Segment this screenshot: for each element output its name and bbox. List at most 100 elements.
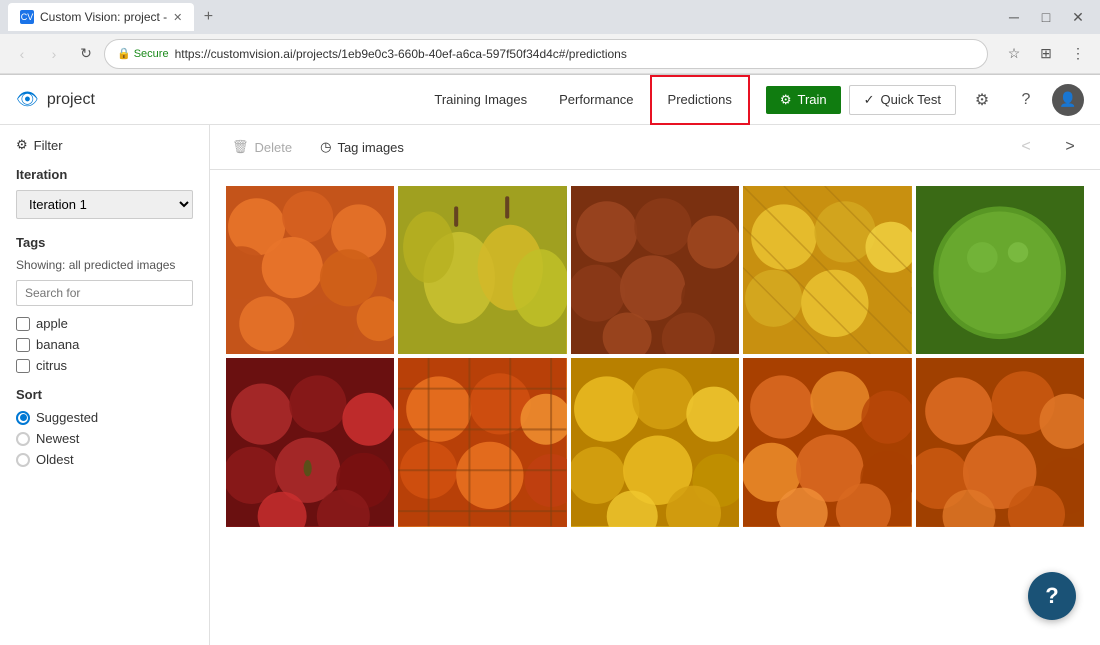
settings-button[interactable]: ⚙: [964, 82, 1000, 118]
sort-suggested[interactable]: Suggested: [16, 410, 193, 425]
url-text: https://customvision.ai/projects/1eb9e0c…: [175, 47, 975, 61]
bookmark-button[interactable]: ☆: [1000, 40, 1028, 68]
maximize-button[interactable]: □: [1032, 3, 1060, 31]
tag-apple-label: apple: [36, 316, 68, 331]
browser-controls: ‹ › ↻ 🔒 Secure https://customvision.ai/p…: [0, 34, 1100, 74]
address-bar[interactable]: 🔒 Secure https://customvision.ai/project…: [104, 39, 988, 69]
quick-test-button[interactable]: ✓ Quick Test: [849, 85, 956, 115]
image-cell[interactable]: [398, 186, 566, 354]
image-cell[interactable]: [226, 186, 394, 354]
delete-icon: 🗑: [232, 139, 249, 155]
lock-icon: 🔒: [117, 47, 131, 60]
back-button[interactable]: ‹: [8, 40, 36, 68]
tab-title: Custom Vision: project -: [40, 10, 167, 24]
sort-oldest-label: Oldest: [36, 452, 74, 467]
browser-actions: ☆ ⊞ ⋮: [1000, 40, 1092, 68]
sort-suggested-radio[interactable]: [16, 411, 30, 425]
image-cell[interactable]: [916, 186, 1084, 354]
tag-citrus[interactable]: citrus: [16, 358, 193, 373]
tag-images-button[interactable]: ◷ Tag images: [314, 135, 410, 159]
filter-icon: ⚙: [16, 137, 28, 153]
fruit-image-9: [743, 358, 911, 526]
fruit-image-6: [226, 358, 394, 526]
extensions-button[interactable]: ⋮: [1064, 40, 1092, 68]
delete-button[interactable]: 🗑 Delete: [226, 135, 298, 159]
nav-training-images[interactable]: Training Images: [418, 75, 543, 125]
fruit-image-8: [571, 358, 739, 526]
iteration-select[interactable]: Iteration 1 Iteration 2: [16, 190, 193, 219]
app-header: 👁 project Training Images Performance Pr…: [0, 75, 1100, 125]
image-cell[interactable]: [398, 358, 566, 526]
browser-tab[interactable]: CV Custom Vision: project - ✕: [8, 3, 194, 31]
tag-apple[interactable]: apple: [16, 316, 193, 331]
header-actions: ⚙ Train ✓ Quick Test ⚙ ? 👤: [766, 82, 1084, 118]
tab-favicon: CV: [20, 10, 34, 24]
sort-section: Sort Suggested Newest Oldest: [16, 387, 193, 467]
tag-banana[interactable]: banana: [16, 337, 193, 352]
tag-banana-label: banana: [36, 337, 79, 352]
secure-badge: 🔒 Secure: [117, 47, 169, 60]
filter-button[interactable]: ⚙ Filter: [16, 137, 193, 153]
tag-citrus-label: citrus: [36, 358, 67, 373]
close-button[interactable]: ✕: [1064, 3, 1092, 31]
help-fab-button[interactable]: ?: [1028, 572, 1076, 620]
sort-newest-radio[interactable]: [16, 432, 30, 446]
windows-button[interactable]: ⊞: [1032, 40, 1060, 68]
tab-close[interactable]: ✕: [173, 11, 182, 24]
content-toolbar: 🗑 Delete ◷ Tag images < >: [210, 125, 1100, 170]
tag-images-label: Tag images: [337, 140, 403, 155]
gear-icon: ⚙: [975, 90, 989, 110]
image-cell[interactable]: [226, 358, 394, 526]
image-cell[interactable]: [571, 186, 739, 354]
quick-test-label: Quick Test: [881, 92, 941, 107]
secure-text: Secure: [134, 48, 169, 60]
image-cell[interactable]: [571, 358, 739, 526]
help-icon: ?: [1022, 91, 1031, 109]
image-cell[interactable]: [743, 186, 911, 354]
minimize-button[interactable]: ─: [1000, 3, 1028, 31]
app-logo-icon: 👁: [16, 89, 39, 110]
image-cell[interactable]: [916, 358, 1084, 526]
fruit-image-10: [916, 358, 1084, 526]
main-layout: ⚙ Filter Iteration Iteration 1 Iteration…: [0, 125, 1100, 645]
new-tab-button[interactable]: +: [194, 3, 222, 31]
fruit-image-5: [916, 186, 1084, 354]
content-area: 🗑 Delete ◷ Tag images < >: [210, 125, 1100, 645]
browser-chrome: CV Custom Vision: project - ✕ + ─ □ ✕ ‹ …: [0, 0, 1100, 75]
train-icon: ⚙: [780, 92, 792, 108]
prev-page-button[interactable]: <: [1012, 133, 1040, 161]
browser-titlebar: CV Custom Vision: project - ✕ + ─ □ ✕: [0, 0, 1100, 34]
sort-newest[interactable]: Newest: [16, 431, 193, 446]
train-button[interactable]: ⚙ Train: [766, 86, 841, 114]
avatar-icon: 👤: [1059, 91, 1076, 108]
checkmark-icon: ✓: [864, 92, 875, 108]
train-label: Train: [798, 92, 827, 107]
image-cell[interactable]: [743, 358, 911, 526]
forward-button[interactable]: ›: [40, 40, 68, 68]
nav-performance[interactable]: Performance: [543, 75, 649, 125]
fruit-image-7: [398, 358, 566, 526]
delete-label: Delete: [255, 140, 293, 155]
sort-label: Sort: [16, 387, 193, 402]
help-fab-icon: ?: [1045, 583, 1058, 609]
tag-citrus-checkbox[interactable]: [16, 359, 30, 373]
refresh-button[interactable]: ↻: [72, 40, 100, 68]
tags-subtitle: Showing: all predicted images: [16, 258, 193, 272]
fruit-image-3: [571, 186, 739, 354]
user-avatar[interactable]: 👤: [1052, 84, 1084, 116]
help-header-button[interactable]: ?: [1008, 82, 1044, 118]
fruit-image-4: [743, 186, 911, 354]
image-grid: [210, 170, 1100, 543]
sort-oldest-radio[interactable]: [16, 453, 30, 467]
app-name: project: [47, 91, 95, 109]
tags-label: Tags: [16, 235, 193, 250]
tag-apple-checkbox[interactable]: [16, 317, 30, 331]
tag-banana-checkbox[interactable]: [16, 338, 30, 352]
iteration-label: Iteration: [16, 167, 193, 182]
filter-label: Filter: [34, 138, 63, 153]
next-page-button[interactable]: >: [1056, 133, 1084, 161]
sort-newest-label: Newest: [36, 431, 79, 446]
nav-predictions[interactable]: Predictions: [650, 75, 750, 125]
sort-oldest[interactable]: Oldest: [16, 452, 193, 467]
tag-search-input[interactable]: [16, 280, 193, 306]
